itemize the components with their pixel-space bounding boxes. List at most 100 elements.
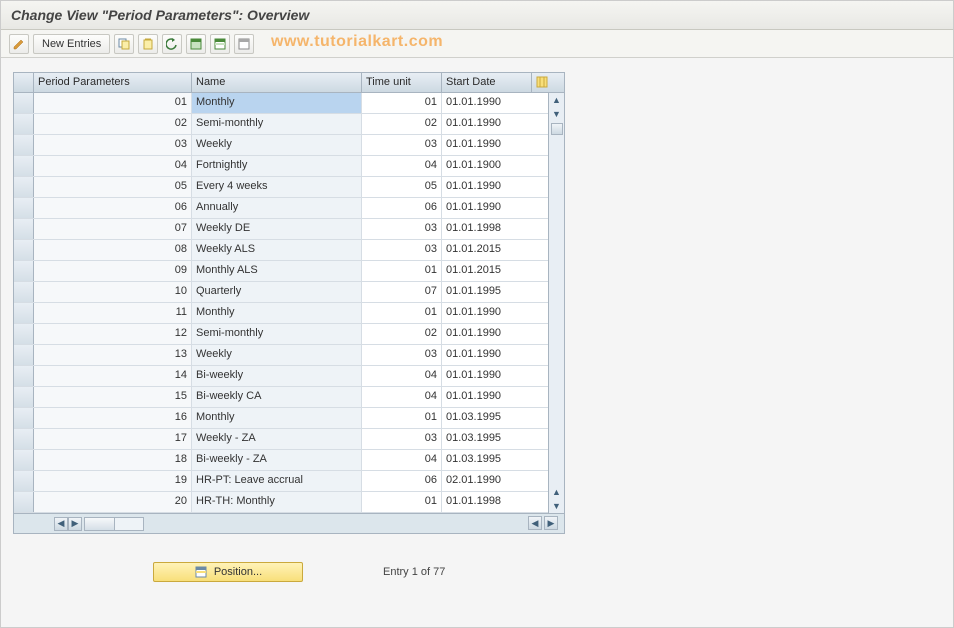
table-row[interactable]: 02Semi-monthly0201.01.1990	[14, 114, 564, 135]
header-selector[interactable]	[14, 73, 34, 92]
cell-start-date: 01.01.1990	[442, 135, 532, 155]
table-row[interactable]: 16Monthly0101.03.1995	[14, 408, 564, 429]
row-selector[interactable]	[14, 114, 34, 134]
table-row[interactable]: 07Weekly DE0301.01.1998	[14, 219, 564, 240]
table-row[interactable]: 06Annually0601.01.1990	[14, 198, 564, 219]
cell-name[interactable]: Weekly	[192, 345, 362, 365]
header-time-unit[interactable]: Time unit	[362, 73, 442, 92]
select-block-button[interactable]	[210, 34, 230, 54]
scroll-left-end-icon[interactable]: ◀	[528, 516, 542, 530]
cell-name[interactable]: Monthly	[192, 93, 362, 113]
table-row[interactable]: 08Weekly ALS0301.01.2015	[14, 240, 564, 261]
cell-name[interactable]: Monthly	[192, 303, 362, 323]
cell-name[interactable]: Weekly	[192, 135, 362, 155]
cell-name[interactable]: Every 4 weeks	[192, 177, 362, 197]
cell-name[interactable]: Semi-monthly	[192, 114, 362, 134]
new-entries-button[interactable]: New Entries	[33, 34, 110, 54]
vertical-scrollbar[interactable]: ▲ ▼ ▲ ▼	[548, 93, 564, 513]
cell-start-date: 01.01.1998	[442, 492, 532, 512]
scroll-up-bottom-icon[interactable]: ▲	[550, 485, 564, 499]
table-row[interactable]: 18Bi-weekly - ZA0401.03.1995	[14, 450, 564, 471]
row-selector[interactable]	[14, 366, 34, 386]
row-selector[interactable]	[14, 387, 34, 407]
cell-name[interactable]: Fortnightly	[192, 156, 362, 176]
table-row[interactable]: 04Fortnightly0401.01.1900	[14, 156, 564, 177]
deselect-all-button[interactable]	[234, 34, 254, 54]
row-selector[interactable]	[14, 240, 34, 260]
cell-name[interactable]: Monthly	[192, 408, 362, 428]
row-selector[interactable]	[14, 156, 34, 176]
delete-button[interactable]	[138, 34, 158, 54]
cell-name[interactable]: HR-PT: Leave accrual	[192, 471, 362, 491]
table-row[interactable]: 17Weekly - ZA0301.03.1995	[14, 429, 564, 450]
cell-time-unit: 06	[362, 198, 442, 218]
cell-name[interactable]: Bi-weekly	[192, 366, 362, 386]
horizontal-scrollbar[interactable]: ◀ ▶ ◀ ▶	[14, 513, 564, 533]
cell-name[interactable]: Monthly ALS	[192, 261, 362, 281]
cell-name[interactable]: Annually	[192, 198, 362, 218]
hscroll-track[interactable]	[84, 517, 144, 531]
table-row[interactable]: 12Semi-monthly0201.01.1990	[14, 324, 564, 345]
table-row[interactable]: 01Monthly0101.01.1990	[14, 93, 564, 114]
cell-period-parameter: 12	[34, 324, 192, 344]
scroll-up-icon[interactable]: ▲	[550, 93, 564, 107]
cell-time-unit: 03	[362, 219, 442, 239]
copy-as-button[interactable]	[114, 34, 134, 54]
cell-name[interactable]: Bi-weekly - ZA	[192, 450, 362, 470]
configure-columns-button[interactable]	[532, 73, 550, 92]
scroll-right-small-icon[interactable]: ▶	[68, 517, 82, 531]
row-selector[interactable]	[14, 303, 34, 323]
header-name[interactable]: Name	[192, 73, 362, 92]
row-selector[interactable]	[14, 282, 34, 302]
cell-start-date: 02.01.1990	[442, 471, 532, 491]
scroll-down-icon[interactable]: ▼	[550, 499, 564, 513]
undo-change-button[interactable]	[162, 34, 182, 54]
row-selector[interactable]	[14, 324, 34, 344]
table-row[interactable]: 03Weekly0301.01.1990	[14, 135, 564, 156]
cell-time-unit: 04	[362, 366, 442, 386]
hscroll-thumb[interactable]	[85, 518, 115, 530]
header-start-date[interactable]: Start Date	[442, 73, 532, 92]
row-selector[interactable]	[14, 198, 34, 218]
cell-period-parameter: 08	[34, 240, 192, 260]
scroll-thumb[interactable]	[551, 123, 563, 135]
table-row[interactable]: 20HR-TH: Monthly0101.01.1998	[14, 492, 564, 513]
row-selector[interactable]	[14, 345, 34, 365]
cell-start-date: 01.01.1990	[442, 177, 532, 197]
cell-name[interactable]: Quarterly	[192, 282, 362, 302]
table-row[interactable]: 09Monthly ALS0101.01.2015	[14, 261, 564, 282]
cell-time-unit: 01	[362, 492, 442, 512]
table-row[interactable]: 13Weekly0301.01.1990	[14, 345, 564, 366]
row-selector[interactable]	[14, 177, 34, 197]
cell-name[interactable]: Bi-weekly CA	[192, 387, 362, 407]
cell-name[interactable]: Weekly DE	[192, 219, 362, 239]
cell-name[interactable]: Weekly ALS	[192, 240, 362, 260]
table-row[interactable]: 11Monthly0101.01.1990	[14, 303, 564, 324]
row-selector[interactable]	[14, 135, 34, 155]
row-selector[interactable]	[14, 93, 34, 113]
row-selector[interactable]	[14, 471, 34, 491]
cell-name[interactable]: Semi-monthly	[192, 324, 362, 344]
table-row[interactable]: 05Every 4 weeks0501.01.1990	[14, 177, 564, 198]
row-selector[interactable]	[14, 429, 34, 449]
row-selector[interactable]	[14, 219, 34, 239]
row-selector[interactable]	[14, 408, 34, 428]
cell-name[interactable]: HR-TH: Monthly	[192, 492, 362, 512]
table-row[interactable]: 10Quarterly0701.01.1995	[14, 282, 564, 303]
scroll-right-icon[interactable]: ▶	[544, 516, 558, 530]
scroll-down-small-icon[interactable]: ▼	[550, 107, 564, 121]
header-period-parameters[interactable]: Period Parameters	[34, 73, 192, 92]
select-all-button[interactable]	[186, 34, 206, 54]
table-row[interactable]: 15Bi-weekly CA0401.01.1990	[14, 387, 564, 408]
row-selector[interactable]	[14, 261, 34, 281]
cell-start-date: 01.03.1995	[442, 429, 532, 449]
toggle-display-change-button[interactable]	[9, 34, 29, 54]
cell-time-unit: 05	[362, 177, 442, 197]
scroll-left-icon[interactable]: ◀	[54, 517, 68, 531]
cell-name[interactable]: Weekly - ZA	[192, 429, 362, 449]
table-row[interactable]: 14Bi-weekly0401.01.1990	[14, 366, 564, 387]
row-selector[interactable]	[14, 492, 34, 512]
table-row[interactable]: 19HR-PT: Leave accrual0602.01.1990	[14, 471, 564, 492]
row-selector[interactable]	[14, 450, 34, 470]
position-button[interactable]: Position...	[153, 562, 303, 582]
